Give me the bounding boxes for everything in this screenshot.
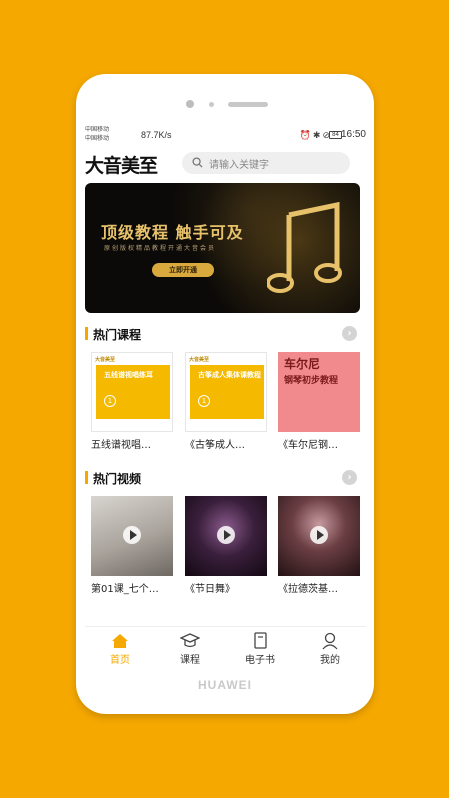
- banner-subtitle: 原创版权精品教程开通大音会员: [104, 245, 217, 252]
- carrier-2: 中国移动: [85, 136, 110, 142]
- hot-courses-more-button[interactable]: ›: [342, 326, 357, 341]
- status-bar: 中国移动 中国移动 87.7K/s ⏰✱⊘ 84 16:50: [85, 126, 366, 146]
- cover-title: 古筝成人集体课教程: [198, 371, 261, 379]
- music-note-icon: [267, 201, 342, 293]
- video-thumbnail: [185, 496, 267, 576]
- video-thumbnail: [278, 496, 360, 576]
- play-icon: [310, 526, 328, 544]
- carrier-1: 中国移动: [85, 127, 110, 133]
- device-brand: HUAWEI: [198, 678, 252, 692]
- banner-title: 顶级教程 触手可及: [101, 223, 244, 242]
- user-icon: [322, 632, 338, 650]
- play-icon: [123, 526, 141, 544]
- hot-courses-header: 热门课程 ›: [85, 324, 366, 344]
- tab-label: 电子书: [245, 655, 275, 666]
- status-time: 16:50: [340, 129, 366, 140]
- hot-videos-title: 热门视频: [93, 472, 142, 486]
- app-logo: 大音美至: [85, 155, 158, 177]
- cover-subtitle: 钢琴初步教程: [284, 376, 339, 386]
- course-caption: 《古筝成人…: [185, 440, 245, 451]
- hot-videos-more-button[interactable]: ›: [342, 470, 357, 485]
- video-caption: 《拉德茨基…: [278, 584, 338, 595]
- tab-label: 课程: [180, 655, 200, 666]
- proximity-sensor: [209, 102, 214, 107]
- app-header: 大音美至 请输入关键字: [85, 149, 366, 177]
- tab-courses[interactable]: 课程: [155, 627, 225, 668]
- tab-label: 我的: [320, 655, 340, 666]
- cover-band: 五线谱视唱练耳 1: [96, 365, 170, 419]
- search-icon: [192, 157, 203, 168]
- bottom-tab-bar: 首页 课程 电子书 我的: [85, 626, 366, 668]
- banner-open-button[interactable]: 立即开通: [152, 263, 214, 277]
- phone-top-bezel: [76, 98, 374, 110]
- search-placeholder: 请输入关键字: [209, 160, 269, 171]
- home-icon: [112, 634, 128, 648]
- cover-number: 1: [198, 395, 210, 407]
- hot-courses-title: 热门课程: [93, 328, 142, 342]
- tab-home[interactable]: 首页: [85, 627, 155, 668]
- earpiece-speaker: [228, 102, 268, 107]
- course-cover: 大音美至 五线谱视唱练耳 1: [91, 352, 173, 432]
- tab-label: 首页: [110, 655, 130, 666]
- course-caption: 《车尔尼钢…: [278, 440, 338, 451]
- status-icons: ⏰✱⊘: [299, 130, 332, 140]
- carrier-info: 中国移动 中国移动: [85, 126, 109, 144]
- phone-frame: 中国移动 中国移动 87.7K/s ⏰✱⊘ 84 16:50 大音美至 请输入关…: [76, 74, 374, 714]
- section-accent-bar: [85, 471, 88, 484]
- front-camera: [186, 100, 194, 108]
- section-accent-bar: [85, 327, 88, 340]
- app-screen: 中国移动 中国移动 87.7K/s ⏰✱⊘ 84 16:50 大音美至 请输入关…: [85, 126, 366, 668]
- cover-band: 古筝成人集体课教程 1: [190, 365, 264, 419]
- course-caption: 五线谱视唱…: [91, 440, 151, 451]
- network-speed: 87.7K/s: [141, 130, 172, 140]
- course-cover: 大音美至 古筝成人集体课教程 1: [185, 352, 267, 432]
- cover-title: 五线谱视唱练耳: [104, 371, 153, 379]
- graduation-cap-icon: [180, 633, 200, 648]
- tab-profile[interactable]: 我的: [295, 627, 365, 668]
- cover-brand: 大音美至: [189, 357, 210, 363]
- video-thumbnail: [91, 496, 173, 576]
- cover-brand: 大音美至: [95, 357, 116, 363]
- cover-number: 1: [104, 395, 116, 407]
- video-caption: 《节日舞》: [185, 584, 235, 595]
- book-icon: [254, 632, 267, 649]
- cover-title: 车尔尼: [284, 357, 321, 371]
- search-input[interactable]: 请输入关键字: [182, 152, 350, 174]
- hot-videos-header: 热门视频 ›: [85, 468, 366, 488]
- promo-banner[interactable]: 顶级教程 触手可及 原创版权精品教程开通大音会员 立即开通: [85, 183, 360, 313]
- play-icon: [217, 526, 235, 544]
- course-cover: 车尔尼 钢琴初步教程: [278, 352, 360, 432]
- video-caption: 第01课_七个…: [91, 584, 159, 595]
- tab-ebooks[interactable]: 电子书: [225, 627, 295, 668]
